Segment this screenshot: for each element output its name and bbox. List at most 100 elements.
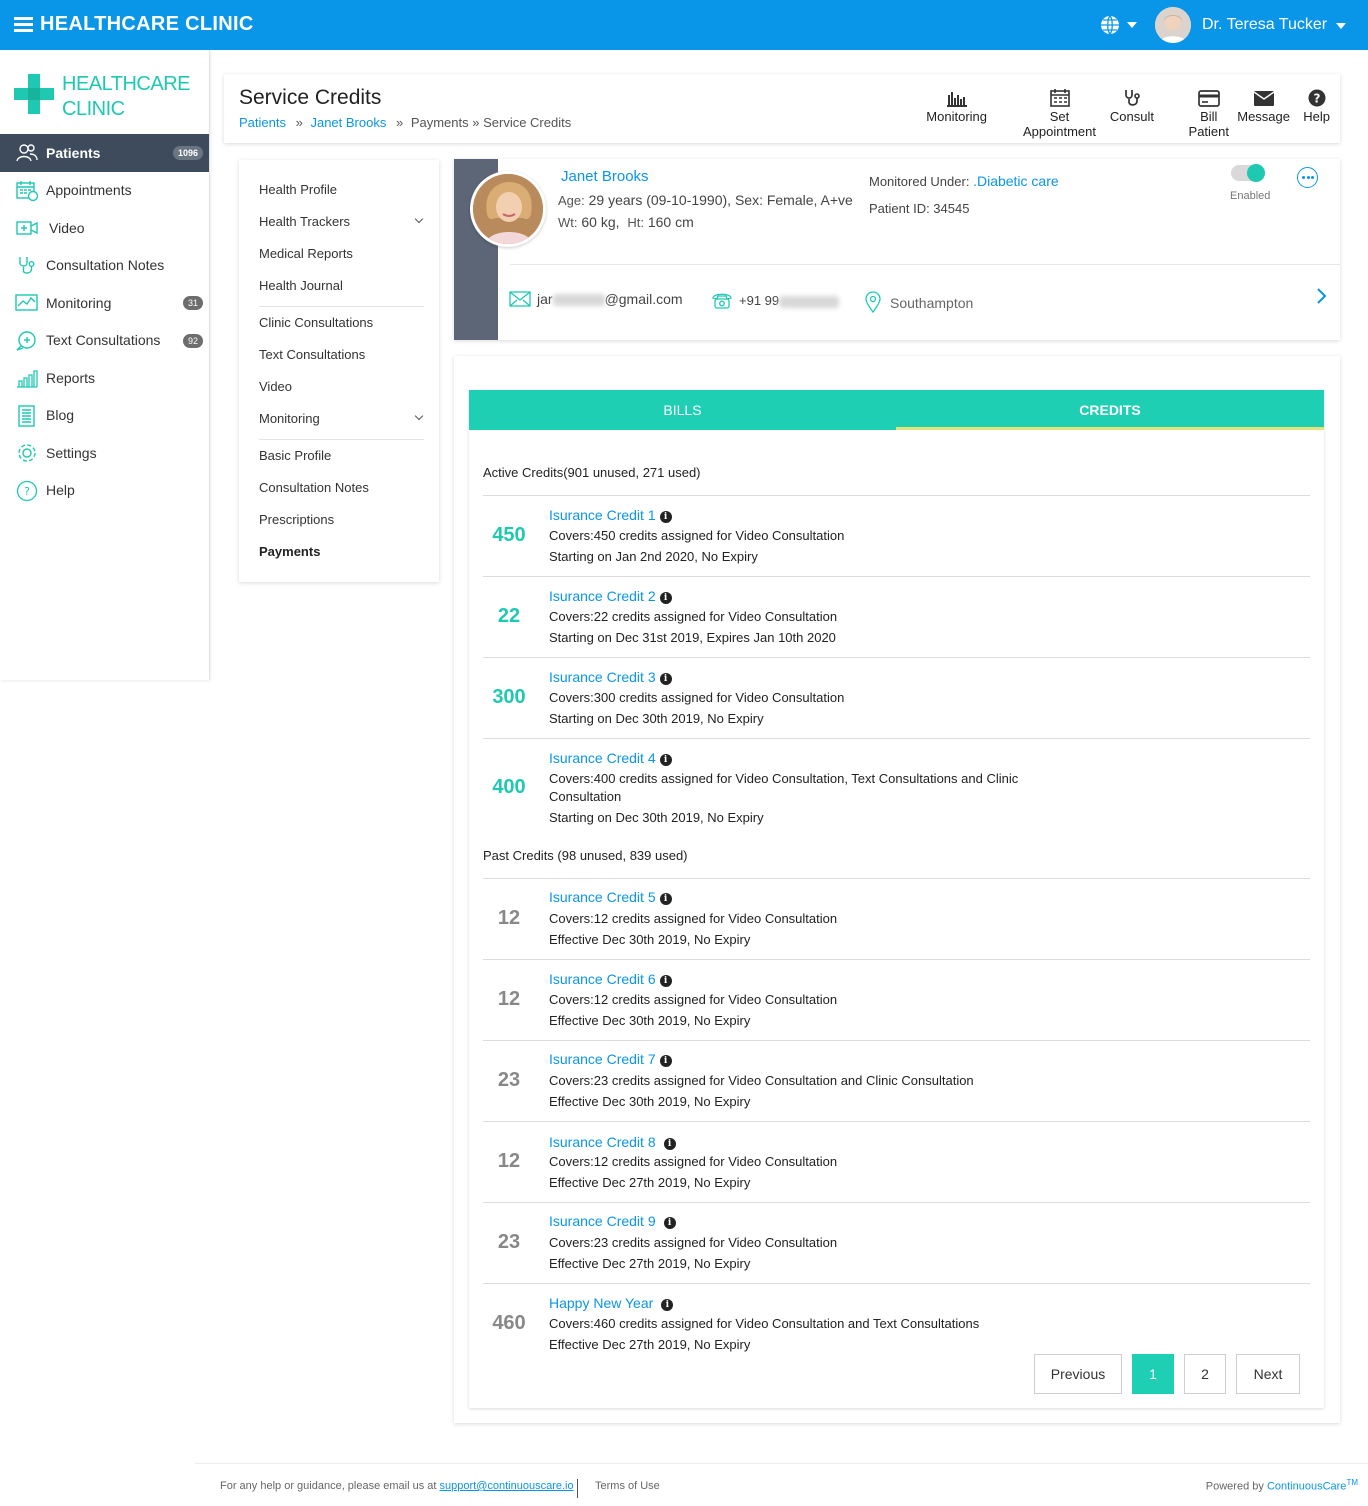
credit-amount: 22 <box>497 605 521 627</box>
credit-title: Isurance Credit 3 <box>549 669 656 685</box>
credit-title-link[interactable]: Isurance Credit 1i <box>549 507 672 523</box>
info-icon[interactable]: i <box>659 1055 672 1067</box>
submenu-medical-reports[interactable]: Medical Reports <box>259 246 353 261</box>
pagination-next-button[interactable]: Next <box>1236 1354 1300 1394</box>
submenu-prescriptions[interactable]: Prescriptions <box>259 512 334 527</box>
submenu-payments[interactable]: Payments <box>259 544 320 559</box>
sidebar-item-help[interactable]: ? Help <box>0 472 209 510</box>
sidebar-item-monitoring[interactable]: Monitoring 31 <box>0 284 209 322</box>
submenu-clinic-consultations[interactable]: Clinic Consultations <box>259 315 373 330</box>
powered-by-brand-link[interactable]: ContinuousCare <box>1267 1481 1347 1493</box>
submenu-text-consultations[interactable]: Text Consultations <box>259 347 365 362</box>
credit-title-link[interactable]: Happy New Year i <box>549 1295 674 1311</box>
set-appointment-action-label: Set Appointment <box>1023 109 1097 139</box>
monitoring-action-button[interactable]: Monitoring <box>926 86 987 124</box>
tab-credits[interactable]: CREDITS <box>896 390 1324 430</box>
info-icon[interactable]: i <box>659 975 672 987</box>
info-icon[interactable]: i <box>659 893 672 905</box>
hamburger-menu-icon[interactable] <box>14 17 33 33</box>
credit-title-link[interactable]: Isurance Credit 4i <box>549 750 672 766</box>
pagination-page-1[interactable]: 1 <box>1132 1354 1174 1394</box>
user-menu-caret-icon[interactable] <box>1336 23 1346 29</box>
credit-amount: 12 <box>497 907 521 929</box>
monitoring-toggle[interactable] <box>1231 164 1265 182</box>
consult-action-button[interactable]: Consult <box>1110 86 1154 124</box>
message-action-button[interactable]: Message <box>1237 86 1290 124</box>
sidebar-item-reports[interactable]: Reports <box>0 359 209 397</box>
globe-icon[interactable] <box>1100 15 1120 38</box>
credit-validity: Starting on Dec 30th 2019, No Expiry <box>549 711 764 726</box>
sidebar-item-blog[interactable]: Blog <box>0 397 209 435</box>
breadcrumb-patients-link[interactable]: Patients <box>239 115 286 130</box>
submenu-health-trackers[interactable]: Health Trackers <box>259 214 350 229</box>
bill-patient-action-button[interactable]: Bill Patient <box>1189 86 1229 139</box>
patient-id: Patient ID: 34545 <box>869 201 970 216</box>
language-caret-icon[interactable] <box>1127 22 1137 28</box>
credit-covers: Covers:450 credits assigned for Video Co… <box>549 528 845 543</box>
terms-link[interactable]: Terms of Use <box>595 1480 660 1492</box>
stethoscope-icon <box>19 256 35 274</box>
credit-title-link[interactable]: Isurance Credit 8 i <box>549 1134 676 1150</box>
calendar-icon <box>1049 89 1070 107</box>
credit-title-link[interactable]: Isurance Credit 7i <box>549 1051 672 1067</box>
info-icon[interactable]: i <box>663 1217 676 1229</box>
sidebar-item-consultation-notes[interactable]: Consultation Notes <box>0 247 209 285</box>
top-bar: HEALTHCARE CLINIC Dr. Teresa Tucker <box>0 0 1368 50</box>
more-options-icon[interactable] <box>1297 167 1318 188</box>
info-icon[interactable]: i <box>659 511 672 523</box>
submenu-health-journal[interactable]: Health Journal <box>259 278 343 293</box>
credit-title: Isurance Credit 4 <box>549 750 656 766</box>
info-icon[interactable]: i <box>659 592 672 604</box>
envelope-icon <box>509 291 531 307</box>
patient-card: Janet Brooks Age: 29 years (09-10-1990),… <box>454 159 1340 340</box>
support-email-link[interactable]: support@continuouscare.io <box>440 1480 574 1492</box>
tab-bills[interactable]: BILLS <box>469 390 896 430</box>
set-appointment-action-button[interactable]: Set Appointment <box>1023 86 1096 139</box>
chevron-right-icon[interactable] <box>1316 287 1328 308</box>
chevron-down-icon[interactable] <box>414 411 424 421</box>
credit-title-link[interactable]: Isurance Credit 5i <box>549 889 672 905</box>
pagination-page-2[interactable]: 2 <box>1184 1354 1226 1394</box>
sidebar-item-label: Consultation Notes <box>46 257 165 274</box>
credit-title: Isurance Credit 5 <box>549 889 656 905</box>
credit-validity: Starting on Jan 2nd 2020, No Expiry <box>549 549 758 564</box>
avatar[interactable] <box>1155 7 1191 43</box>
submenu-monitoring[interactable]: Monitoring <box>259 411 320 426</box>
sidebar-item-patients[interactable]: Patients 1096 <box>0 134 209 172</box>
divider <box>483 1202 1310 1203</box>
divider <box>483 1040 1310 1041</box>
pagination-previous-button[interactable]: Previous <box>1034 1354 1122 1394</box>
sidebar-item-settings[interactable]: Settings <box>0 434 209 472</box>
sidebar-item-video[interactable]: Video <box>0 209 209 247</box>
submenu-video[interactable]: Video <box>259 379 292 394</box>
user-name[interactable]: Dr. Teresa Tucker <box>1202 16 1327 34</box>
help-action-button[interactable]: ? Help <box>1303 86 1330 124</box>
info-icon[interactable]: i <box>661 1299 674 1311</box>
info-icon[interactable]: i <box>659 754 672 766</box>
envelope-icon <box>1253 91 1275 106</box>
sidebar-item-text-consultations[interactable]: Text Consultations 92 <box>0 322 209 360</box>
monitored-program-link[interactable]: .Diabetic care <box>973 173 1059 189</box>
breadcrumb-patient-link[interactable]: Janet Brooks <box>310 115 386 130</box>
credit-title-link[interactable]: Isurance Credit 3i <box>549 669 672 685</box>
submenu-consultation-notes[interactable]: Consultation Notes <box>259 480 369 495</box>
credit-validity: Starting on Dec 30th 2019, No Expiry <box>549 810 764 825</box>
gear-icon <box>18 444 36 462</box>
info-icon[interactable]: i <box>659 673 672 685</box>
info-icon[interactable]: i <box>663 1138 676 1150</box>
sidebar-item-appointments[interactable]: Appointments <box>0 172 209 210</box>
credit-title-link[interactable]: Isurance Credit 9 i <box>549 1213 676 1229</box>
patient-phone: +91 99 <box>711 291 840 309</box>
sidebar-item-label: Appointments <box>46 182 132 199</box>
monitoring-count-badge: 31 <box>182 296 203 310</box>
submenu-basic-profile[interactable]: Basic Profile <box>259 448 331 463</box>
credit-amount: 460 <box>492 1312 526 1334</box>
submenu-health-profile[interactable]: Health Profile <box>259 182 337 197</box>
credit-title-link[interactable]: Isurance Credit 6i <box>549 971 672 987</box>
patient-name-link[interactable]: Janet Brooks <box>561 168 649 185</box>
patient-card-divider <box>510 264 1340 265</box>
billing-tabs: BILLS CREDITS <box>469 390 1324 430</box>
chevron-down-icon[interactable] <box>414 214 424 224</box>
credit-validity: Effective Dec 27th 2019, No Expiry <box>549 1256 751 1271</box>
credit-title-link[interactable]: Isurance Credit 2i <box>549 588 672 604</box>
